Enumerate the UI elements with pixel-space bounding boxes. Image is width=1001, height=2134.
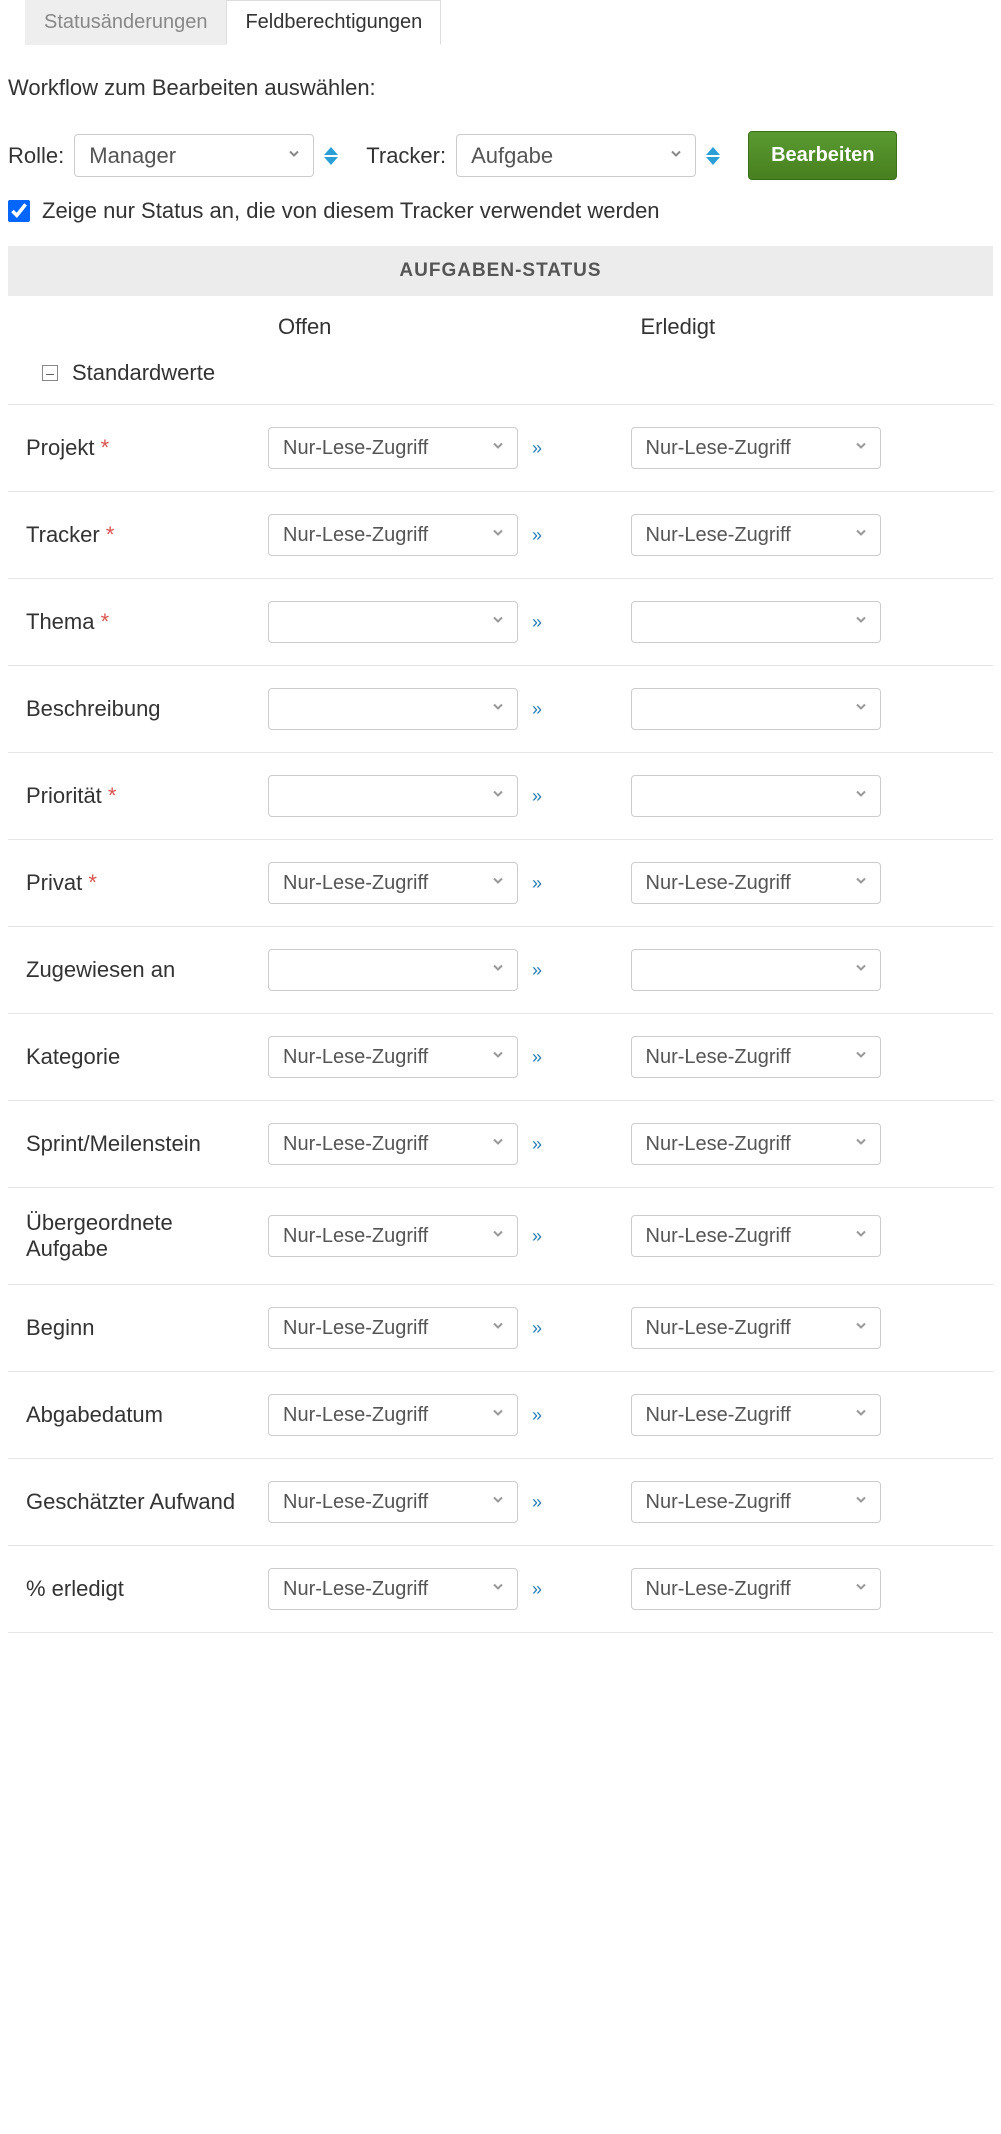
copy-right-icon[interactable]: » [528,1226,546,1247]
copy-right-icon[interactable]: » [528,1492,546,1513]
permission-select[interactable] [268,601,518,643]
required-indicator: * [88,870,97,895]
field-row: % erledigt Nur-Lese-Zugriff » Nur-Lese-Z… [8,1546,993,1633]
permission-select[interactable]: Nur-Lese-Zugriff [631,1394,881,1436]
field-row: Thema * » [8,579,993,666]
collapse-icon[interactable]: – [42,365,58,381]
tracker-select[interactable]: Aufgabe [456,134,696,177]
permission-select[interactable] [268,775,518,817]
required-indicator: * [106,522,115,547]
only-used-statuses-label: Zeige nur Status an, die von diesem Trac… [42,198,660,224]
permission-select[interactable]: Nur-Lese-Zugriff [631,862,881,904]
field-label: Privat * [8,870,268,896]
required-indicator: * [101,609,110,634]
role-label: Rolle: [8,143,64,169]
field-row: Zugewiesen an » [8,927,993,1014]
permission-select[interactable] [631,775,881,817]
permission-select[interactable]: Nur-Lese-Zugriff [268,1036,518,1078]
copy-right-icon[interactable]: » [528,1047,546,1068]
permission-select[interactable]: Nur-Lese-Zugriff [631,514,881,556]
field-label: Tracker * [8,522,268,548]
permission-select[interactable]: Nur-Lese-Zugriff [268,862,518,904]
column-done: Erledigt [631,314,994,340]
edit-button[interactable]: Bearbeiten [748,131,897,180]
field-row: Tracker * Nur-Lese-Zugriff » Nur-Lese-Zu… [8,492,993,579]
tab-field-permissions[interactable]: Feldberechtigungen [226,0,441,45]
field-row: Kategorie Nur-Lese-Zugriff » Nur-Lese-Zu… [8,1014,993,1101]
field-row: Geschätzter Aufwand Nur-Lese-Zugriff » N… [8,1459,993,1546]
field-label: Abgabedatum [8,1402,268,1428]
field-row: Übergeordnete Aufgabe Nur-Lese-Zugriff »… [8,1188,993,1285]
status-header: AUFGABEN-STATUS [8,246,993,296]
field-label: Beschreibung [8,696,268,722]
tab-status-changes[interactable]: Statusänderungen [25,0,226,45]
copy-right-icon[interactable]: » [528,612,546,633]
field-row: Beschreibung » [8,666,993,753]
copy-right-icon[interactable]: » [528,1405,546,1426]
permission-select[interactable]: Nur-Lese-Zugriff [268,427,518,469]
field-row: Privat * Nur-Lese-Zugriff » Nur-Lese-Zug… [8,840,993,927]
permission-select[interactable] [631,688,881,730]
permission-select[interactable]: Nur-Lese-Zugriff [268,514,518,556]
field-label: % erledigt [8,1576,268,1602]
permission-select[interactable]: Nur-Lese-Zugriff [631,1568,881,1610]
column-open: Offen [268,314,631,340]
permission-select[interactable]: Nur-Lese-Zugriff [631,1307,881,1349]
field-label: Zugewiesen an [8,957,268,983]
copy-right-icon[interactable]: » [528,960,546,981]
copy-right-icon[interactable]: » [528,1318,546,1339]
field-row: Priorität * » [8,753,993,840]
copy-right-icon[interactable]: » [528,525,546,546]
permission-select[interactable]: Nur-Lese-Zugriff [631,427,881,469]
field-row: Sprint/Meilenstein Nur-Lese-Zugriff » Nu… [8,1101,993,1188]
field-label: Projekt * [8,435,268,461]
permission-select[interactable] [631,601,881,643]
field-label: Thema * [8,609,268,635]
field-row: Beginn Nur-Lese-Zugriff » Nur-Lese-Zugri… [8,1285,993,1372]
group-standard-values: Standardwerte [72,360,215,386]
field-label: Übergeordnete Aufgabe [8,1210,268,1262]
only-used-statuses-checkbox[interactable] [8,200,30,222]
permission-select[interactable] [268,949,518,991]
copy-right-icon[interactable]: » [528,873,546,894]
field-label: Beginn [8,1315,268,1341]
field-label: Kategorie [8,1044,268,1070]
copy-right-icon[interactable]: » [528,699,546,720]
copy-right-icon[interactable]: » [528,1579,546,1600]
sort-icon[interactable] [324,147,338,165]
permission-select[interactable]: Nur-Lese-Zugriff [268,1123,518,1165]
field-label: Geschätzter Aufwand [8,1489,268,1515]
permission-select[interactable]: Nur-Lese-Zugriff [631,1123,881,1165]
permission-select[interactable]: Nur-Lese-Zugriff [631,1036,881,1078]
required-indicator: * [101,435,110,460]
permission-select[interactable]: Nur-Lese-Zugriff [268,1215,518,1257]
sort-icon[interactable] [706,147,720,165]
permission-select[interactable]: Nur-Lese-Zugriff [631,1481,881,1523]
field-row: Projekt * Nur-Lese-Zugriff » Nur-Lese-Zu… [8,405,993,492]
required-indicator: * [108,783,117,808]
permission-select[interactable]: Nur-Lese-Zugriff [268,1394,518,1436]
permission-select[interactable] [631,949,881,991]
copy-right-icon[interactable]: » [528,438,546,459]
copy-right-icon[interactable]: » [528,1134,546,1155]
role-select[interactable]: Manager [74,134,314,177]
permission-select[interactable] [268,688,518,730]
permission-select[interactable]: Nur-Lese-Zugriff [268,1568,518,1610]
copy-right-icon[interactable]: » [528,786,546,807]
tracker-label: Tracker: [366,143,446,169]
field-label: Priorität * [8,783,268,809]
permission-select[interactable]: Nur-Lese-Zugriff [268,1481,518,1523]
field-label: Sprint/Meilenstein [8,1131,268,1157]
permission-select[interactable]: Nur-Lese-Zugriff [268,1307,518,1349]
instruction-text: Workflow zum Bearbeiten auswählen: [8,75,993,101]
field-row: Abgabedatum Nur-Lese-Zugriff » Nur-Lese-… [8,1372,993,1459]
permission-select[interactable]: Nur-Lese-Zugriff [631,1215,881,1257]
